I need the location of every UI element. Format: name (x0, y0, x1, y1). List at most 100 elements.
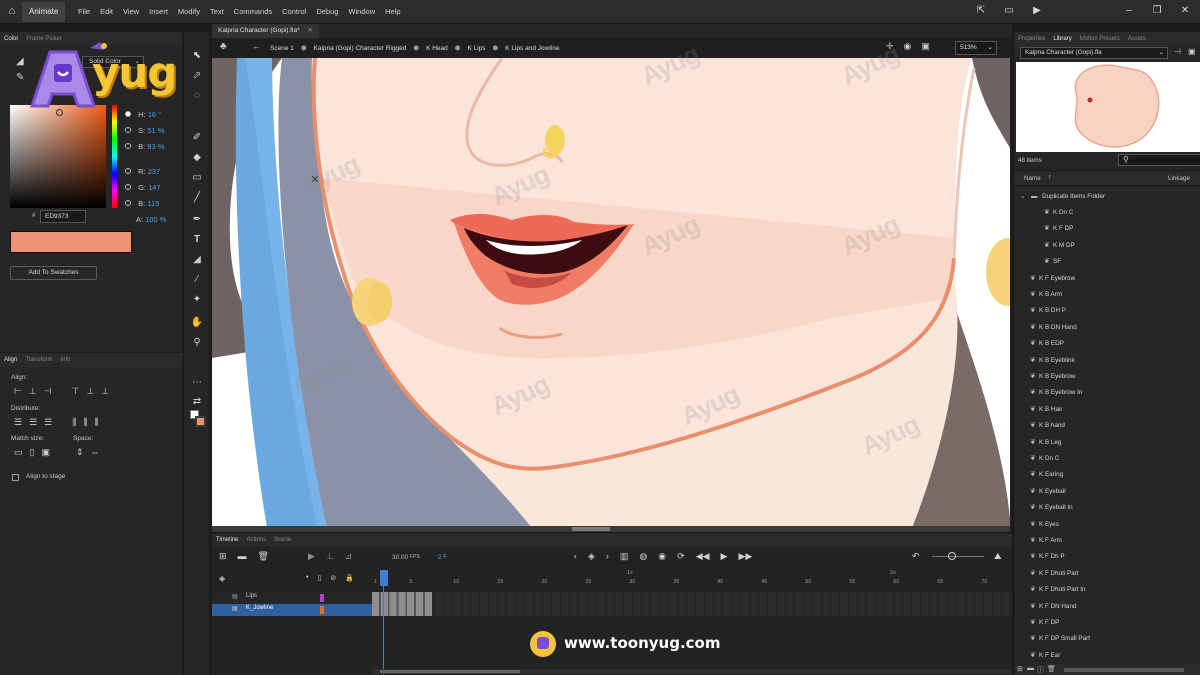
undo-icon[interactable]: ↶ (912, 551, 920, 562)
layer-depth-icon[interactable]: ⊿ (345, 551, 353, 562)
library-item[interactable]: ❦ K F Dhoti Part In (1030, 582, 1086, 598)
menu-insert[interactable]: Insert (144, 0, 173, 24)
match-height-icon[interactable]: ▯ (30, 447, 35, 458)
library-item[interactable]: ❦ K B Arm (1030, 287, 1062, 303)
align-top-icon[interactable]: ⊤ (72, 386, 80, 397)
menu-window[interactable]: Window (343, 0, 380, 24)
pen-tool-icon[interactable]: ✒ (189, 212, 205, 228)
delete-layer-icon[interactable]: 🗑 (258, 551, 269, 562)
library-item[interactable]: ❦ K B Eyeblink (1030, 353, 1075, 369)
stage-canvas[interactable] (212, 58, 1010, 528)
delete-icon[interactable]: 🗑 (1047, 665, 1056, 673)
frame-grid[interactable] (372, 592, 1012, 616)
close-tab-icon[interactable]: ✕ (307, 27, 312, 34)
distribute-left-icon[interactable]: ⫼ (72, 417, 76, 428)
text-tool-icon[interactable]: T (189, 232, 205, 248)
new-folder-icon[interactable]: ▬ (1027, 665, 1034, 672)
keyframe-span[interactable] (372, 592, 432, 616)
swap-colors-icon[interactable]: ⇄ (189, 394, 205, 410)
menu-modify[interactable]: Modify (173, 0, 205, 24)
menu-debug[interactable]: Debug (311, 0, 343, 24)
library-item[interactable]: ❦ K F Ear (1030, 648, 1060, 664)
next-keyframe-icon[interactable]: › (606, 551, 609, 562)
edit-multiple-icon[interactable]: ◉ (658, 551, 666, 562)
tab-properties[interactable]: Properties (1018, 32, 1045, 46)
hand-tool-icon[interactable]: ✋ (189, 315, 205, 331)
library-search-input[interactable]: ⚲ (1118, 154, 1200, 166)
green-value[interactable]: 147 (148, 183, 161, 192)
selection-tool-icon[interactable]: ⬉ (189, 48, 205, 64)
breadcrumb-lips[interactable]: K Lips (467, 45, 485, 52)
timeline-scrollbar-thumb[interactable] (380, 670, 520, 673)
hex-input[interactable]: ED9373 (40, 210, 86, 223)
tab-align[interactable]: Align (4, 353, 17, 367)
library-scrollbar[interactable] (1064, 668, 1184, 672)
fill-color-chip[interactable] (195, 416, 206, 427)
brightness-radio[interactable] (125, 143, 131, 149)
scrollbar-thumb[interactable] (572, 527, 610, 531)
layer-name[interactable]: Lips (246, 593, 257, 599)
menu-file[interactable]: File (73, 0, 95, 24)
lock-all-icon[interactable]: 🔒 (345, 574, 354, 582)
new-library-panel-icon[interactable]: ▣ (1188, 47, 1196, 56)
library-item[interactable]: ❦ K Eyeball (1030, 484, 1066, 500)
eyedropper-tool-icon[interactable]: ⁄ (189, 272, 205, 288)
share-icon[interactable]: ⇱ (974, 4, 988, 18)
library-file-dropdown[interactable]: Kalpna Character (Gopi).fla ⌄ (1020, 47, 1168, 59)
menu-commands[interactable]: Commands (229, 0, 277, 24)
zoom-dropdown[interactable]: 513% ⌄ (955, 41, 997, 55)
window-restore-icon[interactable]: ❐ (1150, 4, 1164, 18)
library-item[interactable]: ❦ K B Eyebrow (1030, 369, 1075, 385)
insert-blank-icon[interactable]: ▥ (620, 551, 629, 562)
home-icon[interactable]: ⌂ (5, 4, 19, 18)
subselection-tool-icon[interactable]: ⬀ (189, 68, 205, 84)
tab-color[interactable]: Color (4, 32, 18, 46)
breadcrumb-character[interactable]: Kalpna (Gopi) Character Rigged (314, 45, 407, 52)
frame-display[interactable]: 2 F (438, 554, 447, 561)
clip-content-icon[interactable]: ▣ (921, 41, 930, 52)
library-item[interactable]: ❦ K B Hair (1030, 402, 1062, 418)
alpha-value[interactable]: 100 % (145, 215, 166, 224)
menu-help[interactable]: Help (380, 0, 405, 24)
library-item[interactable]: ❦ K F Eyebrow (1030, 271, 1075, 287)
library-item[interactable]: ❦ K B Leg (1030, 435, 1061, 451)
library-item[interactable]: ❦ K Eyeball In (1030, 500, 1073, 516)
library-folder[interactable]: ⌄ ▬ Duplicate Items Folder (1020, 189, 1105, 205)
library-folder-item[interactable]: ❦ K F DP (1044, 221, 1073, 237)
breadcrumb-lips-jowline[interactable]: K Lips and Jowline (505, 45, 559, 52)
library-item[interactable]: ❦ K F Dhoti Part (1030, 566, 1079, 582)
blue-value[interactable]: 115 (147, 199, 159, 208)
line-tool-icon[interactable]: ╱ (189, 190, 205, 206)
playhead-handle[interactable] (380, 570, 388, 586)
library-item[interactable]: ❦ K B Eyebrow In (1030, 385, 1082, 401)
frame-scale-slider[interactable] (932, 556, 984, 557)
brush-tool-icon[interactable]: ✐ (189, 130, 205, 146)
step-forward-icon[interactable]: ▶▶ (738, 551, 752, 562)
align-left-icon[interactable]: ⊢ (14, 386, 22, 397)
camera-toggle-icon[interactable]: ▶ (308, 551, 315, 562)
library-item[interactable]: ❦ K F Dh P (1030, 549, 1065, 565)
app-name-tab[interactable]: Animate (22, 2, 66, 22)
outline-toggle-icon[interactable]: ▯ (317, 574, 321, 582)
menu-control[interactable]: Control (277, 0, 311, 24)
tab-library[interactable]: Library (1053, 32, 1071, 46)
library-item[interactable]: ❦ K Dn C (1030, 451, 1059, 467)
distribute-bottom-icon[interactable]: ☰ (44, 417, 52, 428)
paint-bucket-tool-icon[interactable]: ◢ (189, 252, 205, 268)
library-item[interactable]: ❦ K F DP Small Part (1030, 631, 1090, 647)
library-folder-item[interactable]: ❦ SF (1044, 254, 1061, 270)
fps-display[interactable]: 30.00 FPS (392, 554, 420, 561)
library-item[interactable]: ❦ K F DN Hand (1030, 599, 1076, 615)
play-icon[interactable]: ▶ (1030, 4, 1044, 18)
match-width-icon[interactable]: ▭ (14, 447, 23, 458)
layer-name[interactable]: K_Jowline (246, 605, 273, 611)
close-icon[interactable]: ✕ (1178, 4, 1192, 18)
space-vertical-icon[interactable]: ⇕ (76, 447, 84, 458)
match-width-height-icon[interactable]: ▣ (41, 447, 50, 458)
timeline-ruler[interactable]: 1s 2s 1 5 10 15 20 25 30 35 40 45 50 55 60 65 70 (372, 568, 1012, 590)
tab-scene[interactable]: Scene (274, 533, 291, 547)
hide-all-icon[interactable]: ⊘ (330, 574, 336, 582)
sort-arrow-icon[interactable]: ↑ (1048, 174, 1052, 181)
frame-scale-handle[interactable] (948, 552, 956, 560)
tab-timeline[interactable]: Timeline (216, 533, 238, 547)
